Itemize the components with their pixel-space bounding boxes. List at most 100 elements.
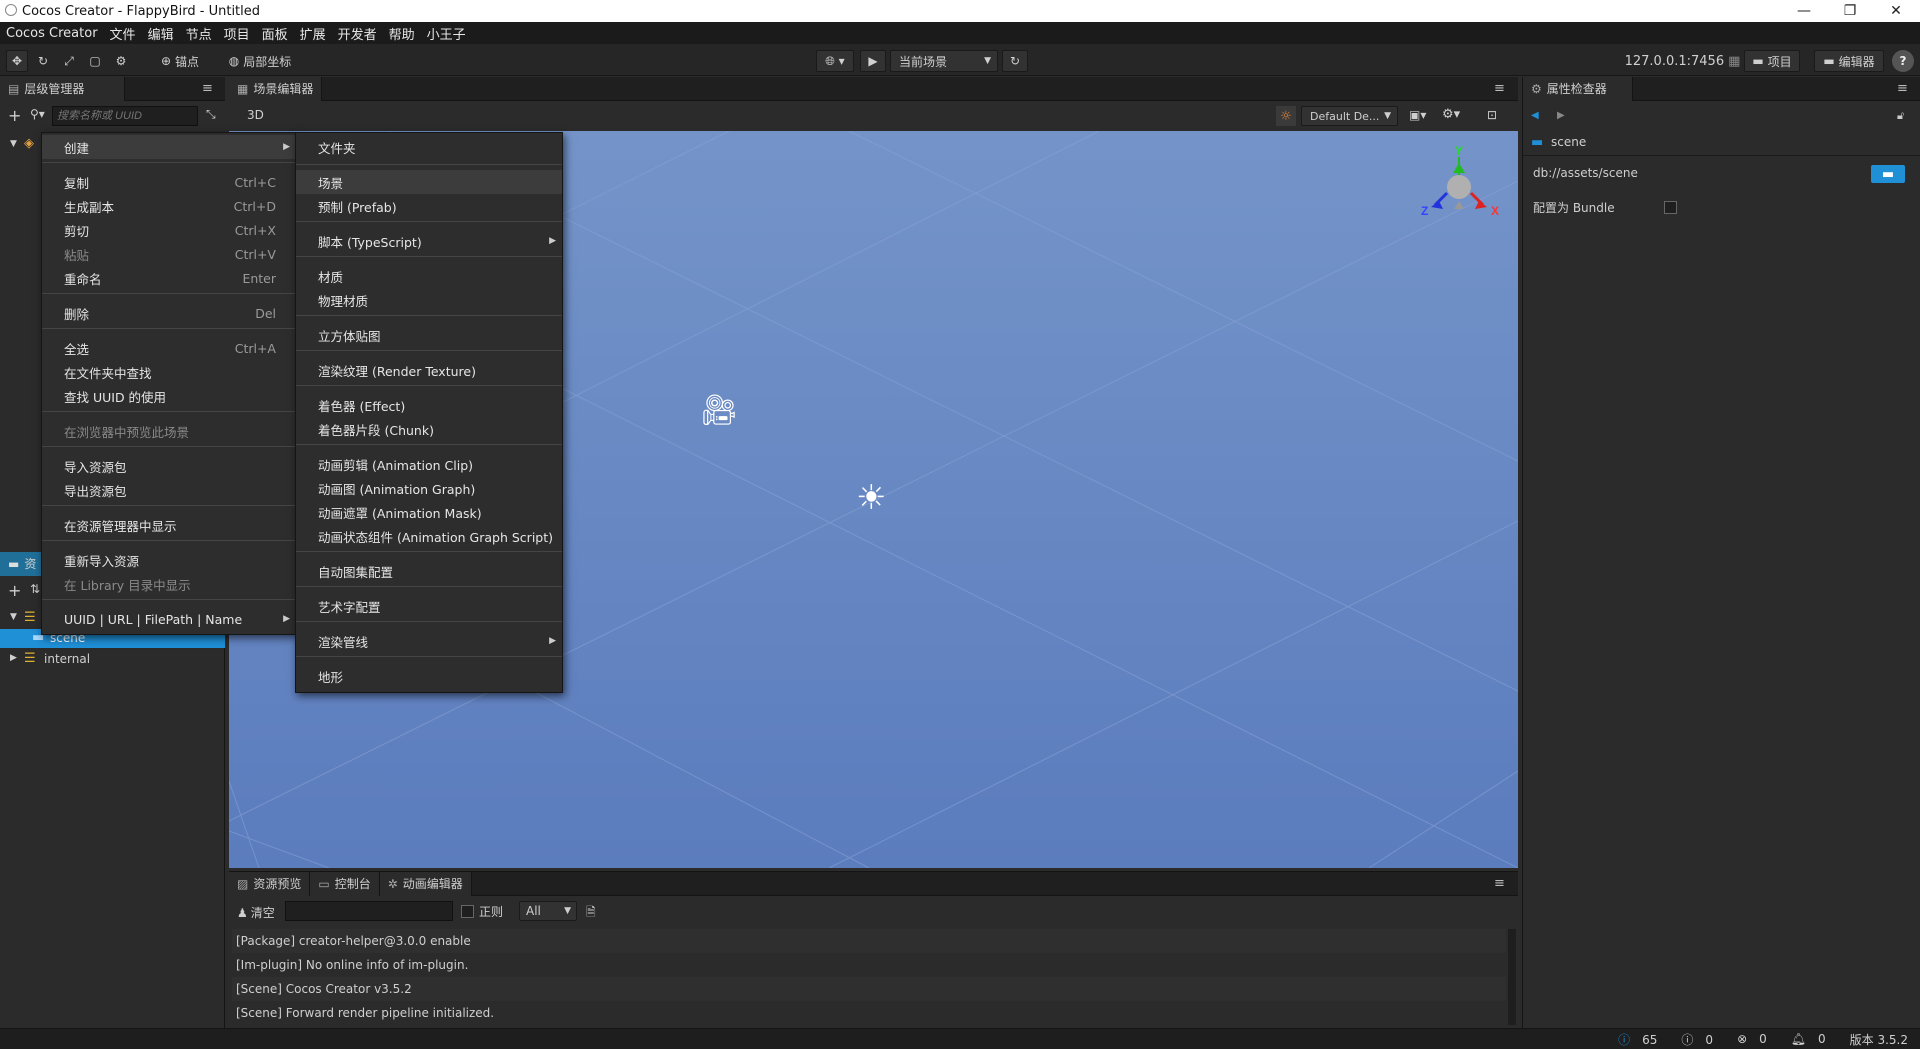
light-gizmo-icon[interactable]: ☀︎	[856, 478, 886, 518]
local-coord-toggle[interactable]: ◍ 局部坐标	[220, 50, 300, 72]
menu-file[interactable]: 文件	[104, 24, 142, 43]
list-item[interactable]: ▶ ☰ internal	[0, 649, 225, 669]
orientation-gizmo[interactable]: Y Z X	[1409, 139, 1509, 219]
add-icon[interactable]: +	[8, 581, 21, 600]
tab-scene-editor[interactable]: ▦ 场景编辑器	[229, 76, 323, 101]
panel-menu-icon[interactable]: ≡	[1494, 876, 1505, 891]
scene-select[interactable]: 当前场景 ▼	[890, 50, 998, 72]
error-count[interactable]: ⊗ 0	[1737, 1032, 1779, 1046]
info-count[interactable]: ⓘ 65	[1618, 1031, 1669, 1048]
tab-asset-preview[interactable]: ▨ 资源预览	[229, 871, 311, 896]
menu-project[interactable]: 项目	[218, 24, 256, 43]
warn-count[interactable]: ⓘ 0	[1681, 1031, 1725, 1048]
snapshot-icon[interactable]: ▣▾	[1409, 108, 1426, 122]
sort-icon[interactable]: ⇅	[30, 582, 40, 596]
server-address[interactable]: 127.0.0.1:7456 ▦	[1625, 50, 1741, 72]
create-item-scene[interactable]: 场景	[296, 170, 562, 194]
create-item-render-pipeline[interactable]: 渲染管线 ▶	[296, 629, 562, 653]
collapse-all-icon[interactable]: ⤡	[206, 107, 216, 122]
context-menu-item-create[interactable]: 创建 ▶	[42, 135, 296, 159]
tab-console[interactable]: ▭ 控制台	[310, 871, 380, 896]
menu-extension[interactable]: 扩展	[294, 24, 332, 43]
create-item-effect[interactable]: 着色器 (Effect)	[296, 393, 562, 417]
maximize-button[interactable]: ❐	[1827, 0, 1873, 22]
context-menu-item-cut[interactable]: 剪切 Ctrl+X	[42, 218, 296, 242]
notification-count[interactable]: 🔔︎ 0	[1791, 1032, 1838, 1046]
log-level-select[interactable]: All ▼	[519, 901, 577, 921]
context-menu-item-export-package[interactable]: 导出资源包	[42, 478, 296, 502]
tab-hierarchy[interactable]: ▤ 层级管理器	[0, 76, 125, 101]
expand-arrow-icon[interactable]: ▼	[10, 139, 17, 149]
create-item-animation-graph[interactable]: 动画图 (Animation Graph)	[296, 476, 562, 500]
context-menu-item-copy[interactable]: 复制 Ctrl+C	[42, 170, 296, 194]
context-menu-item-find-in-folder[interactable]: 在文件夹中查找	[42, 360, 296, 384]
document-icon[interactable]: 🗎︎	[586, 903, 596, 924]
rect-tool-button[interactable]: ▢	[84, 50, 106, 72]
create-item-render-texture[interactable]: 渲染纹理 (Render Texture)	[296, 358, 562, 382]
hierarchy-search-input[interactable]	[52, 106, 198, 126]
collapse-arrow-icon[interactable]: ▶	[10, 653, 17, 663]
panel-menu-icon[interactable]: ≡	[202, 81, 213, 96]
create-item-animation-mask[interactable]: 动画遮罩 (Animation Mask)	[296, 500, 562, 524]
clear-button[interactable]: ♟ 清空	[237, 904, 275, 921]
menu-user[interactable]: 小王子	[421, 24, 472, 43]
rotate-tool-button[interactable]: ↻	[32, 50, 54, 72]
refresh-button[interactable]: ↻	[1002, 50, 1028, 72]
console-scrollbar[interactable]	[1508, 929, 1516, 1025]
scale-tool-button[interactable]: ⤢	[58, 50, 80, 72]
panel-menu-icon[interactable]: ≡	[1494, 81, 1505, 96]
menu-cocos-creator[interactable]: Cocos Creator	[0, 26, 104, 41]
expand-arrow-icon[interactable]: ▼	[10, 612, 17, 622]
create-item-chunk[interactable]: 着色器片段 (Chunk)	[296, 417, 562, 441]
create-item-terrain[interactable]: 地形	[296, 664, 562, 688]
open-editor-button[interactable]: ▬ 编辑器	[1814, 50, 1884, 72]
transform-tool-button[interactable]: ⚙	[110, 50, 132, 72]
open-folder-button[interactable]: ▬	[1871, 165, 1905, 183]
anchor-toggle[interactable]: ⊕ 锚点	[150, 50, 210, 72]
menu-edit[interactable]: 编辑	[142, 24, 180, 43]
add-icon[interactable]: +	[8, 106, 21, 125]
create-item-script[interactable]: 脚本 (TypeScript) ▶	[296, 229, 562, 253]
search-icon[interactable]: ⚲▾	[30, 107, 45, 121]
context-menu-item-copy-info[interactable]: UUID | URL | FilePath | Name ▶	[42, 607, 296, 631]
context-menu-item-delete[interactable]: 删除 Del	[42, 301, 296, 325]
mode-3d-toggle[interactable]: 3D	[247, 108, 264, 122]
gear-icon[interactable]: ⚙▾	[1442, 107, 1460, 122]
menu-help[interactable]: 帮助	[383, 24, 421, 43]
camera-select[interactable]: Default De... ▼	[1301, 106, 1398, 126]
tab-animation-editor[interactable]: ✲ 动画编辑器	[379, 871, 472, 896]
create-item-cubemap[interactable]: 立方体贴图	[296, 323, 562, 347]
forward-arrow-icon[interactable]: ▶	[1557, 110, 1565, 121]
tab-inspector[interactable]: ⚙ 属性检查器	[1523, 76, 1633, 101]
create-item-animation-graph-script[interactable]: 动画状态组件 (Animation Graph Script)	[296, 524, 562, 548]
lock-icon[interactable]: 🔓︎	[1897, 109, 1904, 123]
panel-menu-icon[interactable]: ≡	[1897, 81, 1908, 96]
create-item-auto-atlas[interactable]: 自动图集配置	[296, 559, 562, 583]
context-menu-item-find-uuid-usage[interactable]: 查找 UUID 的使用	[42, 384, 296, 408]
lighting-toggle[interactable]: ☼	[1276, 106, 1296, 126]
bundle-checkbox[interactable]	[1664, 201, 1677, 214]
context-menu-item-reimport[interactable]: 重新导入资源	[42, 548, 296, 572]
context-menu-item-select-all[interactable]: 全选 Ctrl+A	[42, 336, 296, 360]
context-menu-item-preview-in-browser[interactable]: 在浏览器中预览此场景	[42, 419, 296, 443]
context-menu-item-show-in-explorer[interactable]: 在资源管理器中显示	[42, 513, 296, 537]
play-button[interactable]: ▶	[860, 50, 886, 72]
create-item-animation-clip[interactable]: 动画剪辑 (Animation Clip)	[296, 452, 562, 476]
create-item-folder[interactable]: 文件夹	[296, 135, 562, 159]
console-filter-input[interactable]	[285, 901, 453, 921]
regex-checkbox[interactable]	[461, 905, 474, 918]
screenshot-icon[interactable]: ⊡	[1487, 108, 1497, 122]
camera-gizmo-icon[interactable]: 🎥︎	[700, 393, 738, 428]
preview-platform-button[interactable]: 🌐︎ ▾	[816, 50, 854, 72]
open-project-button[interactable]: ▬ 项目	[1744, 50, 1800, 72]
create-item-material[interactable]: 材质	[296, 264, 562, 288]
minimize-button[interactable]: —	[1781, 0, 1827, 22]
menu-developer[interactable]: 开发者	[332, 24, 383, 43]
tab-assets[interactable]: ▬ 资	[0, 551, 46, 576]
back-arrow-icon[interactable]: ◀	[1531, 110, 1539, 121]
move-tool-button[interactable]: ✥	[6, 50, 28, 72]
help-button[interactable]: ?	[1892, 50, 1914, 72]
context-menu-item-show-in-library[interactable]: 在 Library 目录中显示	[42, 572, 296, 596]
context-menu-item-rename[interactable]: 重命名 Enter	[42, 266, 296, 290]
create-item-prefab[interactable]: 预制 (Prefab)	[296, 194, 562, 218]
